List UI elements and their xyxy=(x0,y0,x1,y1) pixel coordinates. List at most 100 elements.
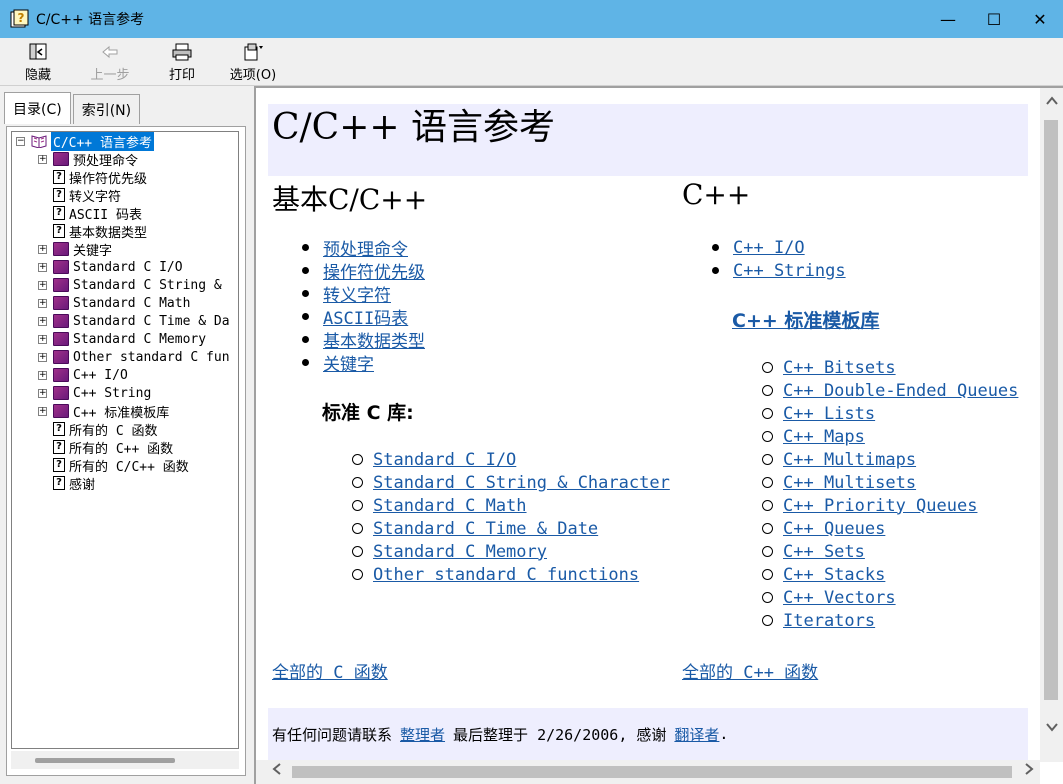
expand-icon[interactable]: + xyxy=(38,280,47,290)
basic-item: 关键字 xyxy=(302,350,425,375)
tree-item[interactable]: ? 所有的 C/C++ 函数 xyxy=(12,456,238,475)
tab-contents[interactable]: 目录(C) xyxy=(4,92,71,124)
basic-link[interactable]: 转义字符 xyxy=(323,281,391,306)
book-icon xyxy=(53,314,69,328)
tree-item[interactable]: ? 转义字符 xyxy=(12,186,238,205)
hide-button[interactable]: 隐藏 xyxy=(0,38,76,86)
cpp-link[interactable]: C++ I/O xyxy=(733,238,805,258)
book-icon xyxy=(53,260,69,274)
tree-item[interactable]: + Standard C String & xyxy=(12,276,238,294)
tree-item[interactable]: ? 感谢 xyxy=(12,474,238,493)
scroll-down-icon[interactable] xyxy=(1040,720,1063,742)
book-icon xyxy=(53,296,69,310)
stl-link[interactable]: C++ Bitsets xyxy=(783,358,896,378)
expand-icon[interactable]: + xyxy=(38,154,47,164)
tree-item[interactable]: + Standard C Memory xyxy=(12,330,238,348)
stl-link[interactable]: C++ Lists xyxy=(783,404,875,424)
vertical-scroll-thumb[interactable] xyxy=(1044,120,1058,700)
options-button[interactable]: 选项(O) xyxy=(220,38,286,86)
scroll-right-icon[interactable] xyxy=(1022,762,1036,780)
translator-link[interactable]: 翻译者 xyxy=(674,724,719,745)
contents-tree[interactable]: − C/C++ 语言参考 + 预处理命令? 操作符优先级? 转义字符? ASCII 码表? 基… xyxy=(11,131,239,749)
std-c-link[interactable]: Standard C String & Character xyxy=(373,473,670,493)
expand-icon[interactable]: + xyxy=(38,244,47,254)
expand-icon[interactable]: + xyxy=(38,406,47,416)
expand-icon[interactable]: + xyxy=(38,334,47,344)
content-horizontal-scrollbar[interactable] xyxy=(256,760,1040,784)
tree-item[interactable]: + 预处理命令 xyxy=(12,150,238,169)
basic-link[interactable]: 操作符优先级 xyxy=(323,258,425,283)
tree-item[interactable]: + C++ String xyxy=(12,384,238,402)
stl-heading-link[interactable]: C++ 标准模板库 xyxy=(732,306,879,333)
basic-link[interactable]: 关键字 xyxy=(323,350,374,375)
tree-item[interactable]: ? ASCII 码表 xyxy=(12,204,238,223)
all-c-functions-link[interactable]: 全部的 C 函数 xyxy=(272,658,388,683)
footer-middle: 最后整理于 2/26/2006, 感谢 xyxy=(453,725,667,744)
scroll-up-icon[interactable] xyxy=(1040,94,1063,116)
collapse-icon[interactable]: − xyxy=(16,136,25,146)
tree-item[interactable]: + C++ I/O xyxy=(12,366,238,384)
tree-item[interactable]: + Other standard C fun xyxy=(12,348,238,366)
minimize-button[interactable]: — xyxy=(925,0,971,38)
back-button[interactable]: 上一步 xyxy=(76,38,144,86)
stl-item: C++ Double-Ended Queues xyxy=(762,379,1018,402)
maximize-button[interactable]: ☐ xyxy=(971,0,1017,38)
tree-item-label: 预处理命令 xyxy=(73,153,139,169)
stl-link[interactable]: C++ Sets xyxy=(783,542,865,562)
scroll-left-icon[interactable] xyxy=(270,762,284,780)
tree-scroll-thumb[interactable] xyxy=(35,758,175,763)
std-c-link[interactable]: Standard C Memory xyxy=(373,542,547,562)
stl-link[interactable]: C++ Queues xyxy=(783,519,885,539)
stl-link[interactable]: C++ Priority Queues xyxy=(783,496,977,516)
std-c-link[interactable]: Standard C Time & Date xyxy=(373,519,598,539)
tree-item[interactable]: + Standard C Time & Da xyxy=(12,312,238,330)
stl-link[interactable]: Iterators xyxy=(783,611,875,631)
stl-link[interactable]: C++ Stacks xyxy=(783,565,885,585)
horizontal-scroll-thumb[interactable] xyxy=(292,766,1012,778)
maintainer-link[interactable]: 整理者 xyxy=(400,724,445,745)
std-c-link[interactable]: Other standard C functions xyxy=(373,565,639,585)
std-c-link[interactable]: Standard C I/O xyxy=(373,450,516,470)
cpp-link[interactable]: C++ Strings xyxy=(733,261,846,281)
tree-item[interactable]: ? 基本数据类型 xyxy=(12,222,238,241)
stl-link[interactable]: C++ Multisets xyxy=(783,473,916,493)
expand-icon[interactable]: + xyxy=(38,388,47,398)
expand-icon[interactable]: + xyxy=(38,370,47,380)
toolbar: 隐藏 上一步 打印 选项(O) xyxy=(0,38,1063,86)
stl-link[interactable]: C++ Multimaps xyxy=(783,450,916,470)
basic-link[interactable]: 基本数据类型 xyxy=(323,327,425,352)
basic-link[interactable]: ASCII码表 xyxy=(323,304,408,329)
page-title-block: C/C++ 语言参考 xyxy=(268,104,1028,176)
expand-icon[interactable]: + xyxy=(38,352,47,362)
content-vertical-scrollbar[interactable] xyxy=(1040,88,1063,762)
tree-item[interactable]: ? 所有的 C++ 函数 xyxy=(12,438,238,457)
tree-item[interactable]: + Standard C I/O xyxy=(12,258,238,276)
basic-item: 预处理命令 xyxy=(302,235,425,260)
all-cpp-functions-link[interactable]: 全部的 C++ 函数 xyxy=(682,658,818,683)
tree-item[interactable]: + C++ 标准模板库 xyxy=(12,402,238,421)
std-c-item: Standard C Math xyxy=(352,494,670,517)
tree-item[interactable]: − C/C++ 语言参考 xyxy=(12,132,238,151)
tree-item[interactable]: + Standard C Math xyxy=(12,294,238,312)
expand-icon[interactable]: + xyxy=(38,262,47,272)
stl-link[interactable]: C++ Double-Ended Queues xyxy=(783,381,1018,401)
close-button[interactable]: ✕ xyxy=(1017,0,1063,38)
print-button[interactable]: 打印 xyxy=(144,38,220,86)
tree-item[interactable]: ? 所有的 C 函数 xyxy=(12,420,238,439)
nav-tabs: 目录(C) 索引(N) xyxy=(4,92,142,126)
expand-icon[interactable]: + xyxy=(38,316,47,326)
cpp-item: C++ I/O xyxy=(712,236,846,259)
help-page-icon: ? xyxy=(53,476,65,490)
basic-link[interactable]: 预处理命令 xyxy=(323,235,408,260)
expand-icon[interactable]: + xyxy=(38,298,47,308)
footer: 有任何问题请联系 整理者 最后整理于 2/26/2006, 感谢 翻译者 . xyxy=(268,708,1028,760)
tab-index[interactable]: 索引(N) xyxy=(72,94,141,124)
tree-item[interactable]: ? 操作符优先级 xyxy=(12,168,238,187)
stl-link[interactable]: C++ Vectors xyxy=(783,588,896,608)
std-c-link[interactable]: Standard C Math xyxy=(373,496,527,516)
stl-link[interactable]: C++ Maps xyxy=(783,427,865,447)
tree-item-label: Other standard C fun xyxy=(73,349,230,365)
options-label: 选项(O) xyxy=(229,68,277,83)
tree-horizontal-scrollbar[interactable] xyxy=(11,751,239,769)
tree-item[interactable]: + 关键字 xyxy=(12,240,238,259)
